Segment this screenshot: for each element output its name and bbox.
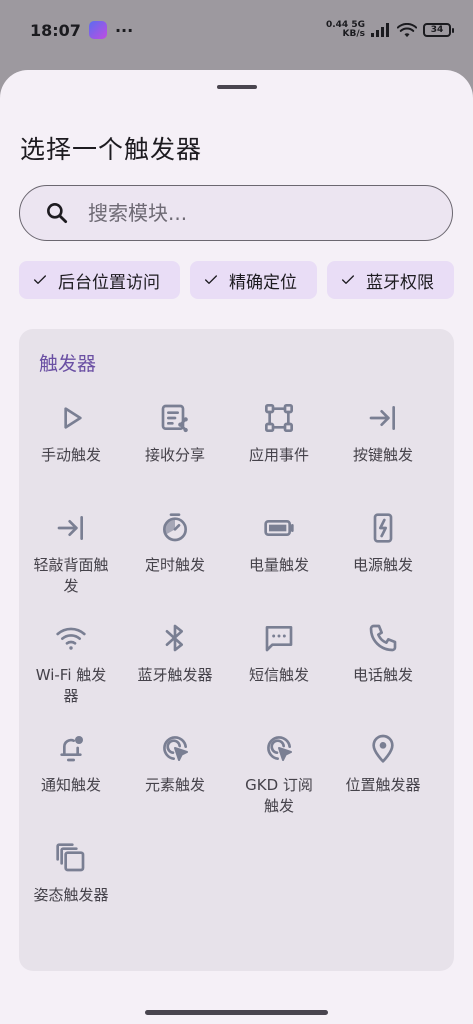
trigger-item[interactable]: 定时触发	[123, 501, 227, 611]
trigger-item[interactable]: 轻敲背面触发	[19, 501, 123, 611]
trigger-label: 定时触发	[144, 556, 205, 574]
trigger-item[interactable]: 短信触发	[227, 611, 331, 721]
trigger-item[interactable]: 通知触发	[19, 721, 123, 831]
wifi-status-icon	[397, 22, 417, 37]
trigger-label: 轻敲背面触发	[33, 556, 109, 595]
trigger-item[interactable]: 元素触发	[123, 721, 227, 831]
trigger-item[interactable]: 位置触发器	[331, 721, 435, 831]
clock: 18:07	[30, 20, 81, 40]
trigger-label: 姿态触发器	[33, 886, 109, 904]
trigger-item[interactable]: 应用事件	[227, 391, 331, 501]
chip-label: 精确定位	[229, 272, 297, 293]
trigger-item[interactable]: Wi-Fi 触发器	[19, 611, 123, 721]
timer-icon	[158, 511, 192, 545]
status-bar: 18:07 ··· 0.44 5G KB/s 34	[0, 0, 473, 60]
more-notifications-icon: ···	[114, 20, 134, 40]
filter-chip[interactable]: 后台位置访问	[19, 261, 180, 299]
trigger-label: 按键触发	[352, 446, 413, 464]
share-list-icon	[158, 401, 192, 435]
trigger-label: 应用事件	[248, 446, 309, 464]
bluetooth-icon	[158, 621, 192, 655]
sheet-title: 选择一个触发器	[20, 135, 203, 164]
trigger-item[interactable]: 姿态触发器	[19, 831, 123, 941]
arrow-to-line-icon	[54, 511, 88, 545]
trigger-label: 通知触发	[40, 776, 101, 794]
trigger-label: 电源触发	[352, 556, 413, 574]
trigger-label: Wi-Fi 触发器	[35, 666, 107, 705]
filter-chips: 后台位置访问 精确定位 蓝牙权限	[19, 261, 473, 301]
trigger-section: 触发器 手动触发 接收分享 应用事件 按键触发轻敲背面触发 定时触发 电量触发 电源触发 Wi…	[19, 329, 454, 971]
search-bar[interactable]	[19, 185, 453, 241]
home-indicator[interactable]	[145, 1010, 328, 1015]
trigger-item[interactable]: 电量触发	[227, 501, 331, 611]
play-outline-icon	[54, 401, 88, 435]
check-icon	[34, 275, 46, 284]
search-icon	[47, 203, 68, 224]
section-title: 触发器	[39, 353, 97, 375]
signal-icon	[371, 23, 389, 37]
phone-icon	[366, 621, 400, 655]
filter-chip[interactable]: 精确定位	[190, 261, 317, 299]
trigger-label: 接收分享	[144, 446, 205, 464]
trigger-label: 电话触发	[352, 666, 413, 684]
trigger-label: 短信触发	[248, 666, 309, 684]
wifi-icon	[54, 621, 88, 655]
trigger-label: 蓝牙触发器	[137, 666, 213, 684]
charging-icon	[366, 511, 400, 545]
app-notification-icon	[88, 21, 107, 39]
trigger-item[interactable]: 按键触发	[331, 391, 435, 501]
trigger-item[interactable]: 蓝牙触发器	[123, 611, 227, 721]
battery-icon	[262, 511, 296, 545]
status-bar-right: 0.44 5G KB/s 34	[325, 20, 454, 39]
location-pin-icon	[366, 731, 400, 765]
bottom-sheet: 选择一个触发器 后台位置访问 精确定位 蓝牙权限 触发器 手动触发 接收分享 应用事件 按…	[0, 70, 473, 1024]
check-icon	[342, 275, 354, 284]
drag-handle[interactable]	[217, 85, 257, 89]
trigger-item[interactable]: 电话触发	[331, 611, 435, 721]
trigger-item[interactable]: GKD 订阅触发	[227, 721, 331, 831]
trigger-item[interactable]: 手动触发	[19, 391, 123, 501]
trigger-label: 电量触发	[248, 556, 309, 574]
trigger-item[interactable]: 电源触发	[331, 501, 435, 611]
target-cursor-icon	[262, 731, 296, 765]
filter-chip[interactable]: 蓝牙权限	[327, 261, 454, 299]
network-speed: 0.44 5G KB/s	[325, 20, 365, 39]
trigger-label: 位置触发器	[345, 776, 421, 794]
trigger-label: 手动触发	[40, 446, 101, 464]
trigger-label: GKD 订阅触发	[245, 776, 313, 815]
copy-icon	[54, 841, 88, 875]
trigger-grid: 手动触发 接收分享 应用事件 按键触发轻敲背面触发 定时触发 电量触发 电源触发 Wi-Fi …	[19, 391, 454, 941]
arrow-to-line-icon	[366, 401, 400, 435]
check-icon	[205, 275, 217, 284]
battery-status-icon: 34	[423, 23, 454, 37]
notification-icon	[54, 731, 88, 765]
chip-label: 后台位置访问	[58, 272, 160, 293]
target-cursor-icon	[158, 731, 192, 765]
status-bar-left: 18:07 ···	[30, 21, 133, 40]
selection-square-icon	[262, 401, 296, 435]
trigger-item[interactable]: 接收分享	[123, 391, 227, 501]
chip-label: 蓝牙权限	[366, 272, 434, 293]
search-input[interactable]	[86, 200, 390, 226]
message-icon	[262, 621, 296, 655]
trigger-label: 元素触发	[144, 776, 205, 794]
